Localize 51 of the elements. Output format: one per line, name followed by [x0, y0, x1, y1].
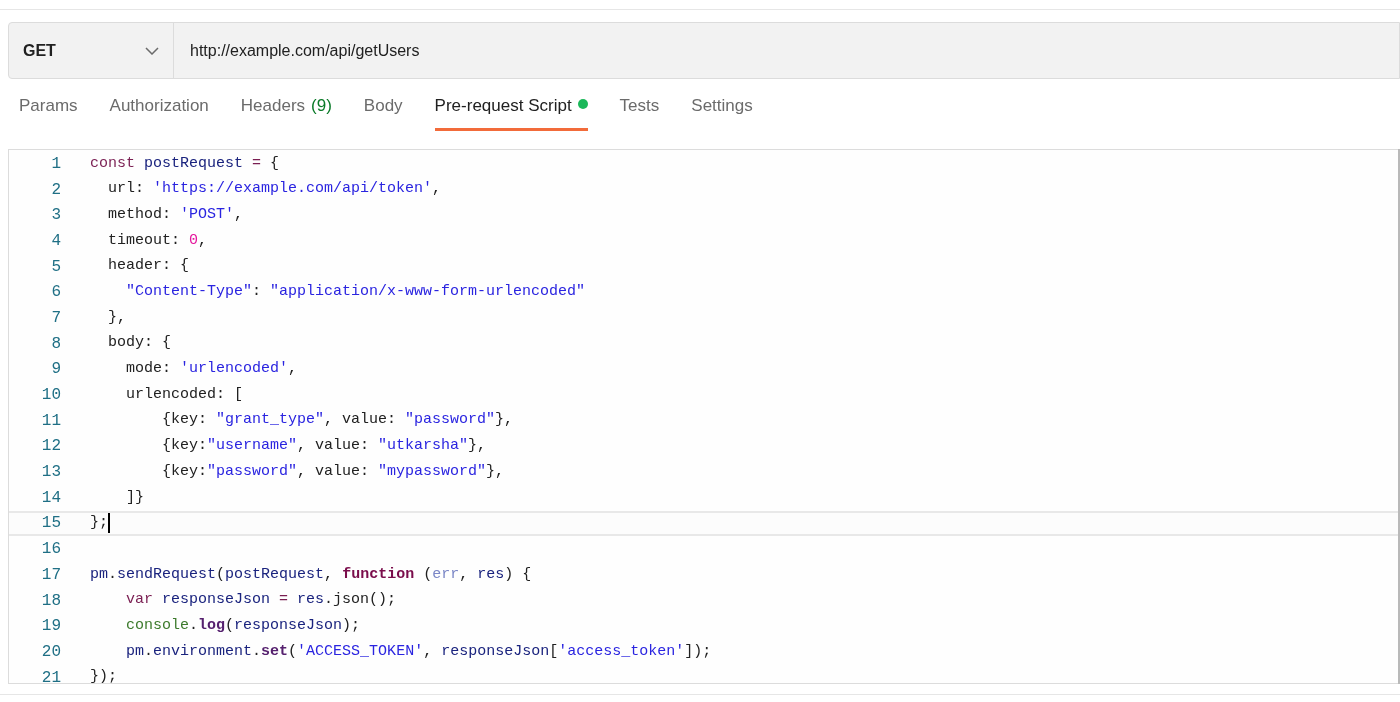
code-line: },	[107, 307, 126, 328]
code-editor[interactable]	[8, 149, 1398, 684]
line-number: 13	[40, 462, 61, 484]
code-line: {key:"username", value: "utkarsha"},	[161, 436, 487, 457]
text-cursor	[108, 513, 110, 534]
code-line: {key:"password", value: "mypassword"},	[161, 461, 505, 482]
line-number: 4	[50, 230, 61, 252]
code-line: console.log(responseJson);	[125, 615, 361, 636]
line-number: 6	[50, 282, 61, 304]
line-number: 12	[40, 436, 61, 458]
code-line: urlencoded: [	[125, 384, 244, 405]
line-number: 1	[50, 153, 61, 175]
code-line: pm.environment.set('ACCESS_TOKEN', responseJson['access_token']);	[125, 641, 712, 662]
code-line: };	[90, 513, 108, 534]
tab[interactable]: Body	[363, 93, 403, 131]
line-number: 8	[50, 333, 61, 355]
tab[interactable]: Pre-request Script	[434, 93, 588, 131]
code-line: });	[90, 667, 117, 683]
code-line: method: 'POST',	[107, 204, 244, 225]
line-number: 21	[40, 667, 61, 683]
line-number: 2	[50, 179, 61, 201]
tab[interactable]: Headers (9)	[240, 93, 332, 131]
line-number: 20	[40, 641, 61, 663]
code-line: body: {	[107, 333, 171, 354]
tab[interactable]: Tests	[619, 93, 660, 131]
line-number: 5	[50, 256, 61, 278]
code-line: {key: "grant_type", value: "password"},	[161, 410, 514, 431]
code-line: "Content-Type": "application/x-www-form-urlencoded"	[125, 282, 586, 303]
code-line: var responseJson = res.json();	[125, 590, 397, 611]
line-number: 7	[50, 307, 61, 329]
line-number: 10	[40, 385, 61, 407]
tab[interactable]: Settings	[691, 93, 753, 131]
code-line: mode: 'urlencoded',	[125, 359, 298, 380]
line-number: 15	[40, 513, 61, 535]
tab[interactable]: Params	[19, 93, 78, 131]
scrollbar[interactable]	[1398, 149, 1400, 684]
tab[interactable]: Authorization	[109, 93, 209, 131]
code-line: header: {	[107, 256, 190, 277]
line-number: 16	[40, 539, 61, 561]
line-number: 3	[50, 205, 61, 227]
line-number: 17	[40, 564, 61, 586]
code-line: const postRequest = {	[90, 153, 280, 174]
code-line: pm.sendRequest(postRequest, function (err, res) {	[90, 564, 532, 585]
line-number: 14	[40, 487, 61, 509]
line-number: 11	[40, 410, 61, 432]
code-line: ]}	[125, 487, 144, 508]
line-number: 9	[50, 359, 61, 381]
line-number: 18	[40, 590, 61, 612]
code-line: url: 'https://example.com/api/token',	[107, 179, 442, 200]
code-line: timeout: 0,	[107, 230, 208, 251]
line-number: 19	[40, 616, 61, 638]
